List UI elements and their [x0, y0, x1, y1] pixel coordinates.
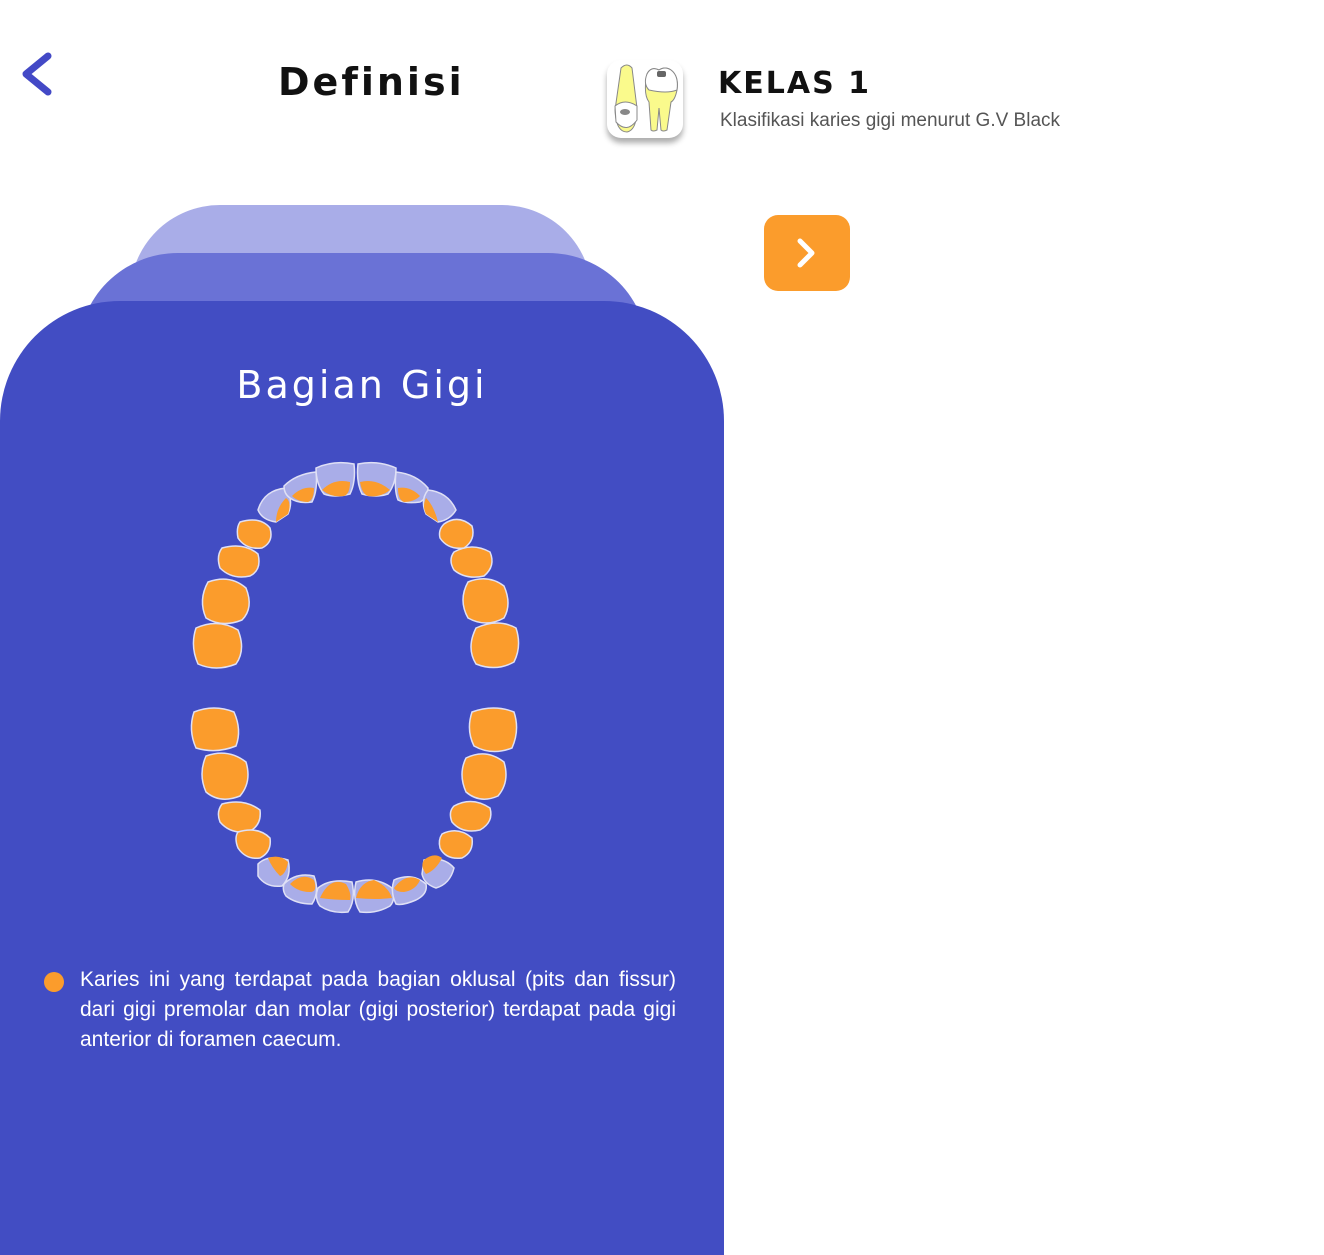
lower-left-premolar-1: [449, 800, 492, 832]
tooth-cavity-icon: [614, 64, 678, 133]
bullet-dot: [44, 972, 64, 992]
lower-right-molar-2: [201, 752, 249, 800]
card-title: Bagian Gigi: [236, 363, 488, 407]
dental-arch-diagram: [190, 461, 520, 914]
app-icon: [607, 60, 683, 138]
description-text: Karies ini yang terdapat pada bagian okl…: [80, 968, 676, 1051]
upper-left-premolar-2: [438, 518, 474, 550]
class-subtitle: Klasifikasi karies gigi menurut G.V Blac…: [720, 110, 1061, 131]
page: Definisi KELAS 1 Klasifikasi karies gigi…: [0, 0, 1324, 1255]
page-title: Definisi: [278, 60, 465, 104]
back-button[interactable]: [14, 50, 58, 98]
lower-left-premolar-2: [438, 830, 474, 860]
lower-right-premolar-1: [217, 801, 261, 834]
lower-right-premolar-2: [235, 829, 272, 860]
upper-right-molar-1: [192, 622, 243, 669]
upper-left-molar-1: [470, 622, 520, 669]
chevron-left-icon: [22, 52, 52, 96]
upper-left-premolar-1: [450, 546, 493, 578]
info-card: Bagian Gigi Karies ini yang terdapat pad…: [0, 301, 724, 1255]
class-title: KELAS 1: [718, 66, 871, 101]
upper-left-molar-2: [462, 578, 509, 624]
lower-right-molar-1: [190, 707, 240, 752]
next-button[interactable]: [764, 215, 850, 291]
upper-right-molar-2: [201, 578, 250, 625]
chevron-right-icon: [797, 238, 815, 268]
lower-left-molar-1: [468, 707, 518, 753]
upper-right-premolar-2: [236, 519, 272, 550]
upper-right-premolar-1: [217, 545, 260, 578]
lower-left-molar-2: [461, 753, 507, 800]
